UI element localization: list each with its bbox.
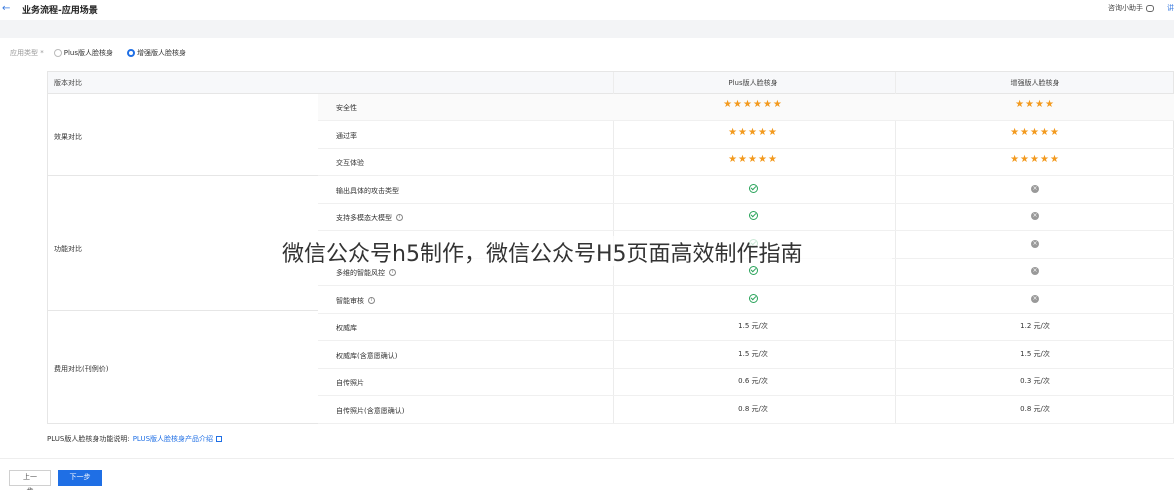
row-label: 多维的智能风控: [336, 269, 385, 277]
price-cell: 1.5 元/次: [738, 349, 768, 358]
external-link-icon[interactable]: [216, 436, 223, 442]
header-gray-band: [0, 20, 1174, 38]
table-row: 输出具体的攻击类型 ×: [318, 177, 1174, 204]
support-cell: ×: [975, 211, 1095, 220]
check-circle-icon: [748, 266, 758, 275]
row-label: 安全性: [336, 104, 357, 112]
table-row: 权威库(含意愿确认) 1.5 元/次 1.5 元/次: [318, 342, 1174, 369]
cross-circle-icon: ×: [1031, 267, 1039, 275]
cross-circle-icon: ×: [1031, 212, 1039, 220]
page-header: ← 业务流程-应用场景 咨询小助手 讲: [0, 0, 1174, 20]
category-effect: 效果对比: [54, 133, 82, 141]
header-enhanced: 增强版人脸核身: [1010, 79, 1060, 87]
table-row: 自传照片 0.6 元/次 0.3 元/次: [318, 369, 1174, 396]
check-circle-icon: [748, 211, 758, 220]
price-cell: 0.8 元/次: [738, 404, 768, 413]
cross-circle-icon: ×: [1031, 239, 1039, 248]
option-enhanced-label: 增强版人脸核身: [136, 49, 186, 57]
rating-stars: ★★★★: [1015, 99, 1055, 110]
radio-plus-icon[interactable]: [53, 49, 62, 57]
table-row: 通过率 ★★★★★ ★★★★★: [318, 122, 1174, 149]
row-label: 自传照片: [336, 379, 364, 387]
support-cell: ×: [975, 239, 1095, 248]
footer-bar: [0, 458, 1174, 490]
rating-stars: ★★★★★: [728, 154, 778, 165]
price-cell: 0.6 元/次: [738, 377, 768, 385]
header-plus: Plus版人脸核身: [728, 79, 778, 87]
price-cell: 1.5 元/次: [738, 322, 768, 330]
row-label: 权威库(含意愿确认): [336, 351, 398, 360]
next-step-button[interactable]: 下一步: [58, 470, 102, 486]
cross-circle-icon: ×: [1031, 184, 1039, 193]
row-label: 智能审核: [336, 296, 364, 305]
feature-note: PLUS版人脸核身功能说明: PLUS版人脸核身产品介绍: [47, 434, 223, 444]
header-compare: 版本对比: [54, 79, 82, 87]
support-cell: [693, 293, 813, 305]
row-label: 输出具体的攻击类型: [336, 186, 399, 195]
support-cell: [693, 266, 813, 277]
price-cell: 1.5 元/次: [1020, 349, 1050, 358]
assistant-label: 咨询小助手: [1108, 4, 1143, 12]
radio-enhanced-icon[interactable]: [126, 49, 135, 57]
table-row: 自传照片(含意愿确认) 0.8 元/次 0.8 元/次: [318, 397, 1174, 424]
category-divider: [48, 310, 318, 311]
prev-step-button[interactable]: 上一步: [9, 470, 51, 490]
info-icon[interactable]: i: [396, 214, 403, 221]
rating-stars: ★★★★★: [728, 126, 778, 138]
rating-stars: ★★★★★★: [723, 99, 783, 110]
price-cell: 0.8 元/次: [1020, 404, 1050, 413]
support-cell: [693, 211, 813, 222]
rating-stars: ★★★★★: [1010, 126, 1060, 138]
table-row: 支持多模态大模型 i ×: [318, 204, 1174, 231]
scene-selector: 应用类型 * Plus版人脸核身 增强版人脸核身: [10, 48, 194, 58]
price-cell: 1.2 元/次: [1020, 322, 1050, 330]
category-feature: 功能对比: [54, 245, 82, 253]
price-cell: 0.3 元/次: [1020, 377, 1050, 385]
row-label: 通过率: [336, 131, 357, 140]
option-plus[interactable]: Plus版人脸核身: [53, 48, 113, 58]
info-icon[interactable]: i: [368, 296, 375, 304]
note-prefix: PLUS版人脸核身功能说明:: [47, 435, 130, 443]
chat-icon: [1146, 4, 1154, 12]
check-circle-icon: [748, 183, 758, 193]
table-row: 智能审核 i ×: [318, 287, 1174, 314]
category-column: 效果对比 功能对比 费用对比(刊例价): [48, 94, 318, 423]
rating-stars: ★★★★★: [1010, 154, 1060, 165]
category-cost: 费用对比(刊例价): [54, 365, 109, 373]
support-cell: ×: [975, 294, 1095, 303]
option-plus-label: Plus版人脸核身: [63, 49, 113, 57]
support-cell: ×: [975, 266, 1095, 275]
table-row: 交互体验 ★★★★★ ★★★★★: [318, 149, 1174, 176]
assistant-link[interactable]: 咨询小助手: [1108, 3, 1154, 13]
support-cell: [693, 183, 813, 195]
row-label: 自传照片(含意愿确认): [336, 406, 405, 415]
cross-circle-icon: ×: [1031, 294, 1039, 303]
table-header: 版本对比 Plus版人脸核身 增强版人脸核身: [48, 72, 1173, 94]
option-enhanced[interactable]: 增强版人脸核身: [126, 48, 186, 58]
category-divider: [48, 175, 318, 176]
scene-label: 应用类型 *: [10, 49, 44, 57]
table-row: 安全性 ★★★★★★ ★★★★: [318, 94, 1174, 121]
product-intro-link[interactable]: PLUS版人脸核身产品介绍: [133, 434, 213, 444]
watermark-overlay: 微信公众号h5制作，微信公众号H5页面高效制作指南: [282, 236, 892, 267]
edge-link[interactable]: 讲: [1167, 3, 1174, 13]
page-title: 业务流程-应用场景: [22, 6, 98, 16]
row-label: 交互体验: [336, 159, 364, 167]
table-row: 权威库 1.5 元/次 1.2 元/次: [318, 314, 1174, 341]
info-icon[interactable]: i: [389, 269, 396, 276]
row-label: 支持多模态大模型: [336, 214, 392, 222]
support-cell: ×: [975, 184, 1095, 193]
back-arrow-icon[interactable]: ←: [2, 3, 10, 14]
row-label: 权威库: [336, 324, 357, 332]
check-circle-icon: [748, 293, 758, 303]
